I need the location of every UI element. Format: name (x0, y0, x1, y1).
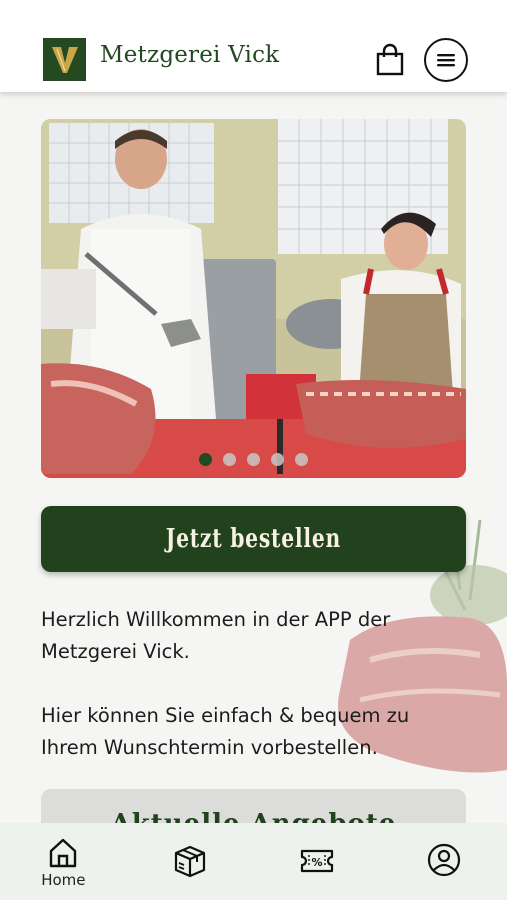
nav-account[interactable] (380, 823, 507, 900)
bottom-navigation: Home % (0, 823, 507, 900)
carousel-indicators (41, 453, 466, 466)
welcome-paragraph-2: Hier können Sie einfach & bequem zu Ihre… (41, 704, 410, 759)
menu-button[interactable] (424, 38, 468, 82)
cart-button[interactable] (370, 40, 410, 80)
user-icon (427, 843, 460, 877)
menu-icon (437, 54, 455, 67)
carousel-dot[interactable] (247, 453, 260, 466)
app-header: Metzgerei Vick (0, 0, 507, 92)
hero-photo (41, 119, 466, 478)
welcome-paragraph-1: Herzlich Willkommen in der APP der Metzg… (41, 608, 391, 663)
carousel-dot[interactable] (223, 453, 236, 466)
hero-carousel[interactable] (41, 119, 466, 478)
home-icon (50, 838, 77, 868)
nav-home-label: Home (41, 871, 86, 889)
carousel-dot[interactable] (271, 453, 284, 466)
coupon-icon: % (300, 849, 333, 873)
svg-text:%: % (311, 856, 322, 869)
carousel-dot[interactable] (199, 453, 212, 466)
box-icon (175, 845, 206, 878)
nav-home[interactable]: Home (0, 823, 127, 900)
logo-v-icon (51, 46, 78, 73)
shopping-bag-icon (376, 43, 404, 76)
brand-name: Metzgerei Vick (100, 42, 280, 68)
order-now-button[interactable]: Jetzt bestellen (41, 506, 466, 572)
welcome-text: Herzlich Willkommen in der APP der Metzg… (41, 604, 461, 796)
brand-logo[interactable] (43, 38, 86, 81)
order-now-label: Jetzt bestellen (165, 524, 342, 554)
carousel-dot[interactable] (295, 453, 308, 466)
nav-offers[interactable]: % (254, 823, 381, 900)
nav-products[interactable] (127, 823, 254, 900)
